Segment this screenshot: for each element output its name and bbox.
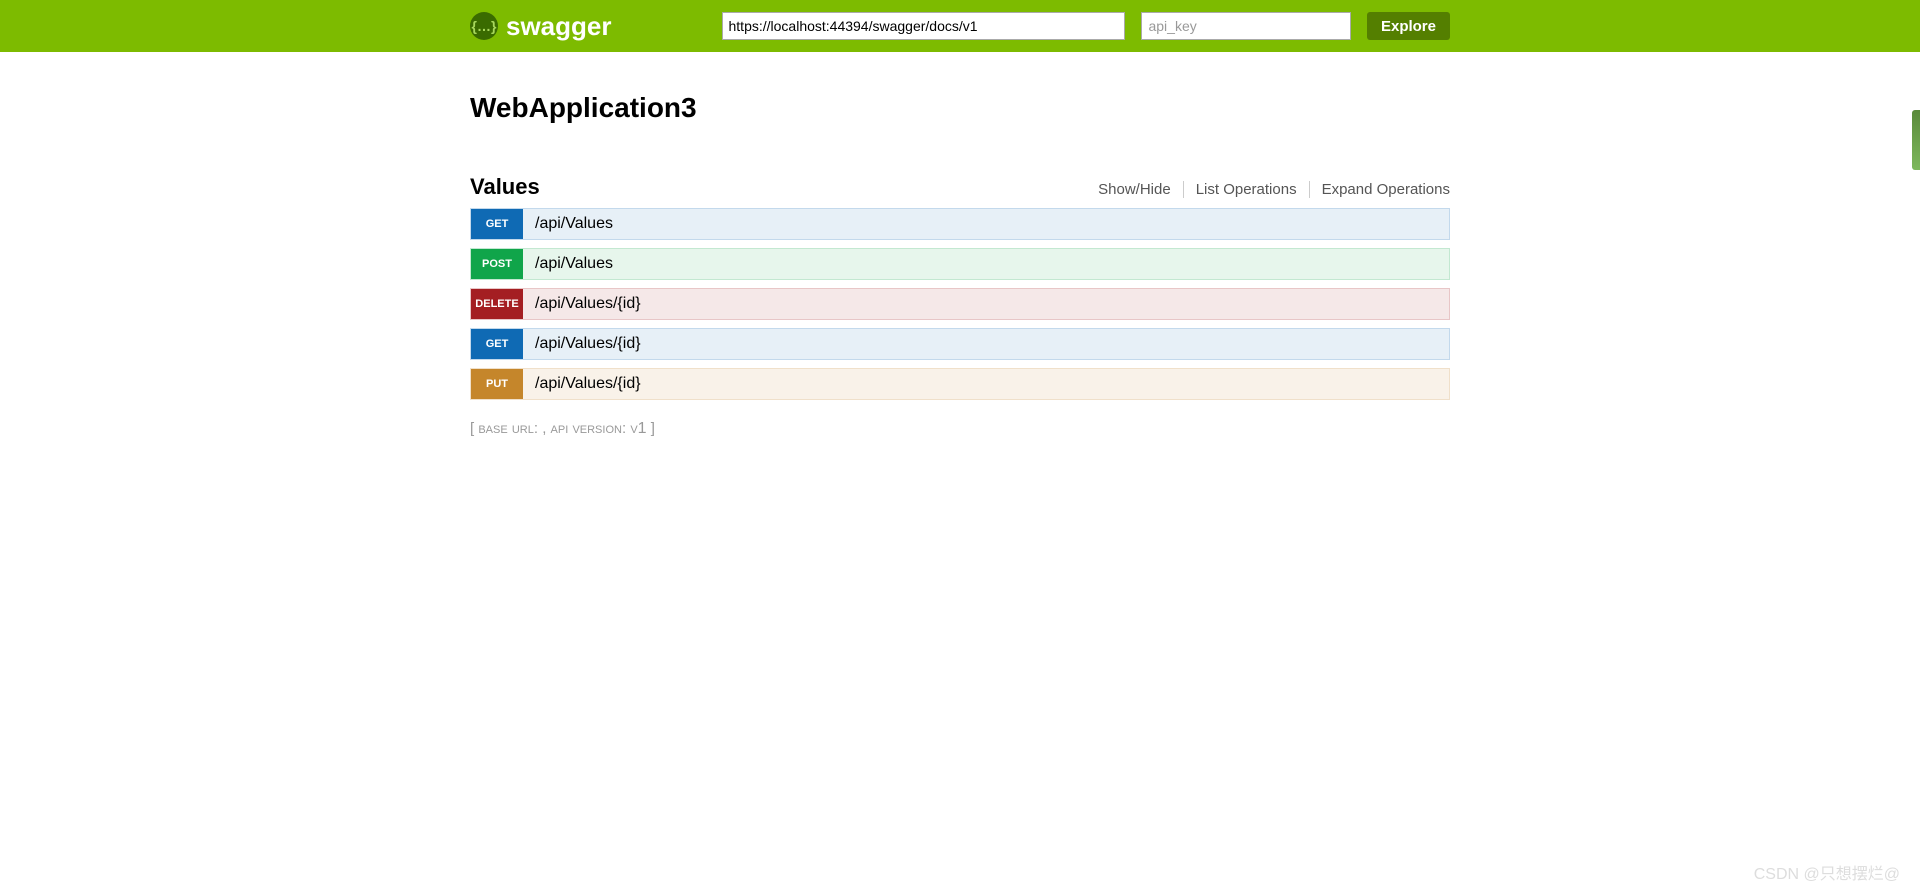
api-footer-info: [ base url: , api version: v1 ]	[470, 420, 1450, 438]
method-badge-delete[interactable]: DELETE	[471, 289, 523, 319]
base-url-label: base url	[478, 420, 534, 437]
api-version-value: v1	[630, 420, 646, 437]
side-widget[interactable]	[1912, 110, 1920, 170]
operation-path[interactable]: /api/Values/{id}	[523, 375, 641, 393]
operation-path[interactable]: /api/Values	[523, 255, 613, 273]
operation-row-put-4[interactable]: PUT/api/Values/{id}	[470, 368, 1450, 400]
api-key-input[interactable]	[1141, 12, 1350, 40]
operations-list: GET/api/ValuesPOST/api/ValuesDELETE/api/…	[470, 208, 1450, 400]
section-header: Values Show/Hide List Operations Expand …	[470, 174, 1450, 200]
operation-row-delete-2[interactable]: DELETE/api/Values/{id}	[470, 288, 1450, 320]
brand-text: swagger	[506, 11, 612, 42]
swagger-logo: {…} swagger	[470, 11, 612, 42]
list-operations-link[interactable]: List Operations	[1184, 181, 1310, 198]
show-hide-link[interactable]: Show/Hide	[1086, 181, 1184, 198]
header-inner: {…} swagger Explore	[470, 11, 1450, 42]
top-header: {…} swagger Explore	[0, 0, 1920, 52]
main-container: WebApplication3 Values Show/Hide List Op…	[470, 52, 1450, 458]
section-actions: Show/Hide List Operations Expand Operati…	[1086, 181, 1450, 198]
operation-row-post-1[interactable]: POST/api/Values	[470, 248, 1450, 280]
app-title: WebApplication3	[470, 92, 1450, 124]
operation-row-get-0[interactable]: GET/api/Values	[470, 208, 1450, 240]
method-badge-get[interactable]: GET	[471, 209, 523, 239]
section-title[interactable]: Values	[470, 174, 540, 200]
operation-path[interactable]: /api/Values/{id}	[523, 295, 641, 313]
method-badge-get[interactable]: GET	[471, 329, 523, 359]
watermark: CSDN @只想摆烂@	[1754, 860, 1900, 884]
api-version-label: api version	[551, 420, 622, 437]
explore-button[interactable]: Explore	[1367, 12, 1450, 40]
operation-path[interactable]: /api/Values/{id}	[523, 335, 641, 353]
swagger-url-input[interactable]	[722, 12, 1126, 40]
expand-operations-link[interactable]: Expand Operations	[1310, 181, 1450, 198]
operation-path[interactable]: /api/Values	[523, 215, 613, 233]
method-badge-post[interactable]: POST	[471, 249, 523, 279]
method-badge-put[interactable]: PUT	[471, 369, 523, 399]
swagger-logo-icon: {…}	[470, 12, 498, 40]
operation-row-get-3[interactable]: GET/api/Values/{id}	[470, 328, 1450, 360]
